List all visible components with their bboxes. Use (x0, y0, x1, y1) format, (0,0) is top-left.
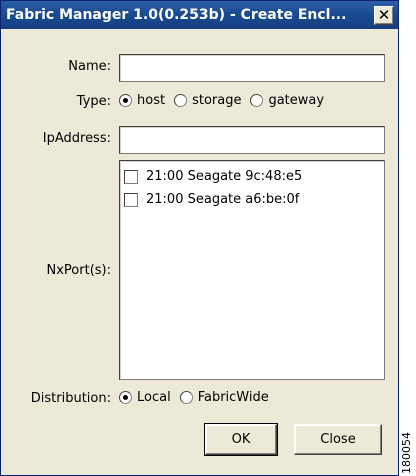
nx-port-label: 21:00 Seagate a6:be:0f (146, 192, 300, 207)
list-item[interactable]: 21:00 Seagate 9c:48:e5 (120, 165, 384, 188)
radio-unselected-icon (250, 94, 264, 107)
figure-id-text: 180054 (400, 432, 413, 474)
distribution-label: Distribution: (30, 391, 111, 406)
figure-id: 180054 (396, 432, 416, 476)
ip-address-field[interactable] (119, 126, 385, 154)
checkbox-icon[interactable] (124, 192, 138, 207)
radio-selected-icon (119, 94, 132, 107)
name-field[interactable] (119, 54, 385, 82)
list-item[interactable]: 21:00 Seagate a6:be:0f (120, 188, 384, 211)
distribution-radio-fabricwide[interactable]: FabricWide (179, 390, 269, 405)
ip-address-label: IpAddress: (42, 131, 111, 146)
radio-unselected-icon (179, 391, 193, 404)
type-radio-host[interactable]: host (119, 93, 165, 108)
distribution-option-label: FabricWide (197, 390, 269, 405)
distribution-radio-local[interactable]: Local (119, 390, 171, 405)
distribution-option-label: Local (137, 390, 171, 405)
radio-selected-icon (119, 391, 132, 404)
type-label: Type: (76, 94, 111, 109)
nx-ports-label: NxPort(s): (46, 263, 112, 278)
type-radio-storage[interactable]: storage (174, 93, 241, 108)
type-option-label: gateway (268, 93, 325, 108)
checkbox-icon[interactable] (124, 169, 138, 184)
radio-unselected-icon (174, 94, 188, 107)
nx-port-label: 21:00 Seagate 9c:48:e5 (146, 169, 303, 184)
close-button[interactable]: Close (294, 424, 382, 455)
type-radio-gateway[interactable]: gateway (250, 93, 324, 108)
type-radio-group: host storage gateway (119, 93, 333, 108)
ok-button[interactable]: OK (204, 423, 278, 456)
title-bar[interactable]: Fabric Manager 1.0(0.253b) - Create Encl… (1, 1, 398, 29)
nx-ports-list[interactable]: 21:00 Seagate 9c:48:e5 21:00 Seagate a6:… (119, 160, 385, 380)
type-option-label: storage (192, 93, 242, 108)
window-title: Fabric Manager 1.0(0.253b) - Create Encl… (6, 7, 347, 23)
close-icon[interactable]: ✕ (374, 5, 394, 25)
distribution-radio-group: Local FabricWide (119, 390, 278, 405)
type-option-label: host (137, 93, 166, 108)
create-enclosure-dialog: Fabric Manager 1.0(0.253b) - Create Encl… (0, 0, 399, 476)
name-label: Name: (68, 59, 111, 74)
